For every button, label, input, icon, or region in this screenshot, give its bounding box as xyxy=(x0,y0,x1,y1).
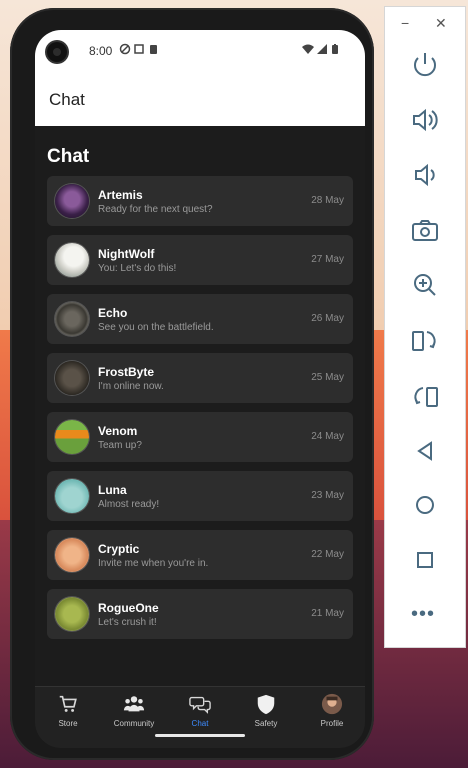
home-button[interactable] xyxy=(407,487,443,523)
rotate-left-button[interactable] xyxy=(407,323,443,359)
status-notification-icon xyxy=(119,43,157,55)
app-bar-title: Chat xyxy=(49,90,85,109)
avatar xyxy=(55,243,89,277)
chat-last-message: Team up? xyxy=(98,440,142,451)
wifi-signal-battery-icon xyxy=(302,44,338,54)
chat-item-luna[interactable]: Luna Almost ready! 23 May xyxy=(47,471,353,521)
chat-date: 22 May xyxy=(311,549,344,560)
rotate-right-button[interactable] xyxy=(407,379,443,415)
chat-last-message: You: Let's do this! xyxy=(98,263,177,274)
overview-button[interactable] xyxy=(407,542,443,578)
page-title: Chat xyxy=(47,146,90,167)
chat-name: Artemis xyxy=(98,188,143,202)
bottom-navigation: Store Community Chat Safety Profile xyxy=(35,686,365,748)
cart-icon xyxy=(59,695,77,712)
emulator-side-panel: − ✕ ••• xyxy=(384,6,466,648)
chat-name: Luna xyxy=(98,483,127,497)
nav-community[interactable]: Community xyxy=(101,693,167,728)
rotate-left-icon xyxy=(412,331,436,351)
nav-safety[interactable]: Safety xyxy=(233,693,299,728)
volume-up-button[interactable] xyxy=(407,102,443,138)
zoom-button[interactable] xyxy=(407,267,443,303)
avatar xyxy=(55,302,89,336)
app-bar: Chat xyxy=(35,74,365,127)
nav-label: Community xyxy=(113,719,155,728)
status-time: 8:00 xyxy=(89,44,113,58)
home-icon xyxy=(416,496,434,514)
chat-name: FrostByte xyxy=(98,365,155,379)
nav-label: Safety xyxy=(254,719,278,728)
avatar xyxy=(55,597,89,631)
more-icon[interactable]: ••• xyxy=(411,603,435,626)
front-camera xyxy=(47,42,67,62)
chat-name: Cryptic xyxy=(98,542,140,556)
chat-bubbles-icon xyxy=(189,696,211,714)
chat-item-frostbyte[interactable]: FrostByte I'm online now. 25 May xyxy=(47,353,353,403)
shield-icon xyxy=(257,694,275,715)
window-controls: − ✕ xyxy=(385,15,465,35)
chat-item-artemis[interactable]: Artemis Ready for the next quest? 28 May xyxy=(47,176,353,226)
nav-label: Chat xyxy=(191,719,209,728)
notification-icons xyxy=(119,43,159,58)
chat-name: NightWolf xyxy=(98,247,155,261)
avatar xyxy=(55,538,89,572)
people-icon xyxy=(123,696,145,712)
chat-item-cryptic[interactable]: Cryptic Invite me when you're in. 22 May xyxy=(47,530,353,580)
nav-profile[interactable]: Profile xyxy=(299,693,365,728)
chat-last-message: Let's crush it! xyxy=(98,617,157,628)
chat-item-venom[interactable]: Venom Team up? 24 May xyxy=(47,412,353,462)
overview-icon xyxy=(417,552,433,568)
status-bar: 8:00 xyxy=(35,30,365,74)
power-icon xyxy=(414,53,436,77)
chat-last-message: Invite me when you're in. xyxy=(98,558,209,569)
volume-down-icon xyxy=(415,163,435,187)
chat-date: 28 May xyxy=(311,195,344,206)
chat-date: 23 May xyxy=(311,490,344,501)
close-button[interactable]: ✕ xyxy=(435,15,447,32)
avatar xyxy=(55,184,89,218)
chat-item-nightwolf[interactable]: NightWolf You: Let's do this! 27 May xyxy=(47,235,353,285)
chat-last-message: Almost ready! xyxy=(98,499,160,510)
volume-up-icon xyxy=(413,108,438,132)
chat-last-message: I'm online now. xyxy=(98,381,164,392)
phone-frame: 8:00 Chat Chat Artemis Ready for the nex… xyxy=(10,8,374,760)
profile-avatar-icon xyxy=(321,693,343,715)
chat-date: 21 May xyxy=(311,608,344,619)
nav-label: Profile xyxy=(320,719,344,728)
back-icon xyxy=(417,441,432,461)
avatar xyxy=(55,420,89,454)
chat-last-message: See you on the battlefield. xyxy=(98,322,214,333)
screenshot-button[interactable] xyxy=(407,213,443,249)
back-button[interactable] xyxy=(407,433,443,469)
avatar xyxy=(55,479,89,513)
phone-screen: 8:00 Chat Chat Artemis Ready for the nex… xyxy=(35,30,365,748)
power-button[interactable] xyxy=(407,47,443,83)
zoom-in-icon xyxy=(414,274,436,296)
chat-name: Venom xyxy=(98,424,138,438)
avatar xyxy=(55,361,89,395)
chat-list: Artemis Ready for the next quest? 28 May… xyxy=(47,176,353,648)
nav-store[interactable]: Store xyxy=(35,693,101,728)
camera-icon xyxy=(412,220,438,241)
chat-date: 25 May xyxy=(311,372,344,383)
volume-down-button[interactable] xyxy=(407,157,443,193)
rotate-right-icon xyxy=(414,387,438,407)
nav-chat[interactable]: Chat xyxy=(167,693,233,728)
home-indicator[interactable] xyxy=(155,734,245,737)
minimize-button[interactable]: − xyxy=(401,15,409,31)
nav-label: Store xyxy=(58,719,78,728)
chat-date: 26 May xyxy=(311,313,344,324)
chat-last-message: Ready for the next quest? xyxy=(98,204,213,215)
system-icons xyxy=(301,43,341,58)
chat-item-rogueone[interactable]: RogueOne Let's crush it! 21 May xyxy=(47,589,353,639)
chat-name: RogueOne xyxy=(98,601,159,615)
chat-screen: Chat Artemis Ready for the next quest? 2… xyxy=(35,126,365,686)
chat-date: 27 May xyxy=(311,254,344,265)
chat-name: Echo xyxy=(98,306,128,320)
chat-date: 24 May xyxy=(311,431,344,442)
chat-item-echo[interactable]: Echo See you on the battlefield. 26 May xyxy=(47,294,353,344)
